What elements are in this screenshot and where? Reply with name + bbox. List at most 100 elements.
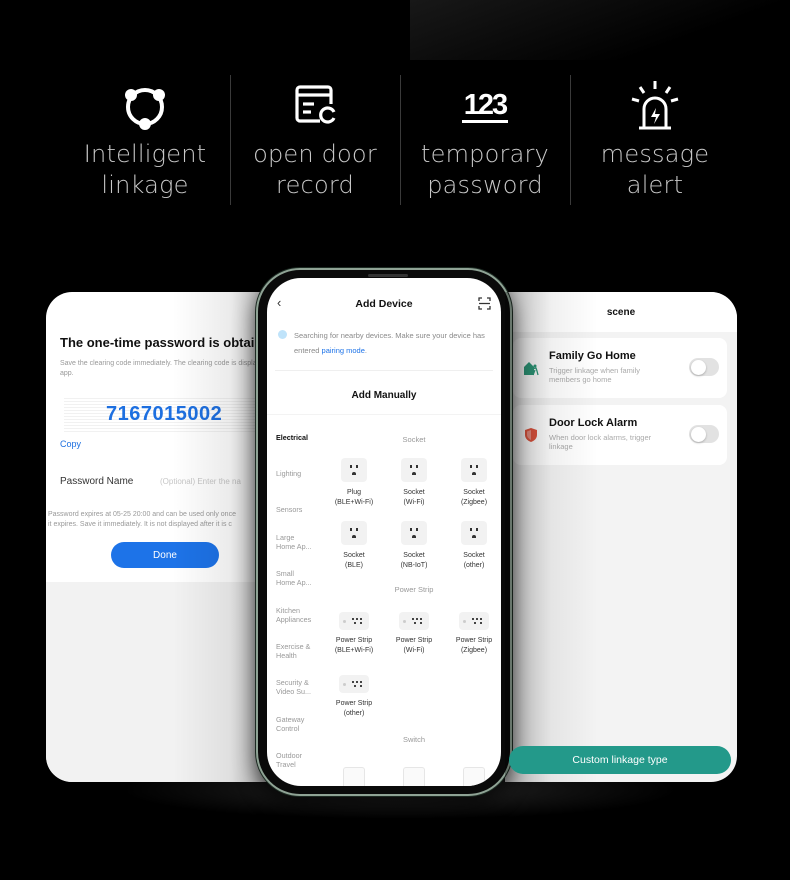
device-socket-wifi[interactable]: Socket (Wi-Fi) <box>382 458 446 507</box>
note-line: it expires. Save it immediately. It is n… <box>48 521 232 528</box>
device-name-line: (Zigbee) <box>460 646 488 654</box>
otp-code: 7167015002 <box>106 403 223 425</box>
switch-device-icon[interactable] <box>403 767 425 786</box>
phone-frame: ‹ Add Device Searching for nearby device… <box>256 268 512 796</box>
category-label: Home Ap... <box>276 578 312 587</box>
category-label: Lighting <box>276 469 302 478</box>
scene-toggle[interactable] <box>689 358 719 376</box>
device-power-strip-zigbee[interactable]: Power Strip (Zigbee) <box>442 612 501 655</box>
feature-intelligent-linkage: Intelligent linkage <box>60 75 230 205</box>
device-name-line: Plug <box>346 489 361 496</box>
device-name-line: Socket <box>463 489 485 496</box>
device-plug-ble-wifi[interactable]: Plug (BLE+Wi-Fi) <box>322 458 386 507</box>
password-name-input[interactable]: (Optional) Enter the na <box>160 477 241 486</box>
category-item-small-home-appliances[interactable]: Small Home Ap... <box>276 569 312 587</box>
feature-message-alert: message alert <box>570 75 740 205</box>
device-name: Power Strip (BLE+Wi-Fi) <box>322 636 386 655</box>
otp-title: The one-time password is obtain <box>60 335 263 350</box>
device-name-line: (BLE) <box>345 561 363 569</box>
category-label: Small <box>276 569 294 578</box>
category-label: Control <box>276 724 300 733</box>
phone-speaker <box>368 274 408 277</box>
feature-label-line: password <box>427 171 543 199</box>
device-name: Plug (BLE+Wi-Fi) <box>322 488 386 507</box>
switch-device-icon[interactable] <box>343 767 365 786</box>
copy-link[interactable]: Copy <box>60 439 81 449</box>
power-strip-icon <box>339 675 369 693</box>
device-name-line: Power Strip <box>335 700 373 707</box>
scene-toggle[interactable] <box>689 425 719 443</box>
device-name-line: (Zigbee) <box>460 498 488 506</box>
feature-label: message alert <box>601 139 709 201</box>
device-name-line: (other) <box>463 561 485 569</box>
socket-icon <box>461 458 487 482</box>
device-name-line: Socket <box>403 552 425 559</box>
device-name: Socket (Wi-Fi) <box>382 488 446 507</box>
device-power-strip-other[interactable]: Power Strip (other) <box>322 675 386 718</box>
category-label: Large <box>276 533 295 542</box>
device-name: Power Strip (Zigbee) <box>442 636 501 655</box>
custom-linkage-button[interactable]: Custom linkage type <box>509 746 731 774</box>
scene-screen: ‹ scene Family Go Home Trigger linkage w… <box>505 292 737 782</box>
feature-label-line: alert <box>626 171 684 199</box>
feature-label-line: Intelligent <box>83 140 207 168</box>
feature-label: temporary password <box>421 139 549 201</box>
switch-device-icon[interactable] <box>463 767 485 786</box>
device-socket-other[interactable]: Socket (other) <box>442 521 501 570</box>
device-name: Socket (BLE) <box>322 551 386 570</box>
category-item-sensors[interactable]: Sensors <box>276 505 302 514</box>
category-item-gateway-control[interactable]: Gateway Control <box>276 715 304 733</box>
feature-label-line: open door <box>253 140 377 168</box>
device-power-strip-ble-wifi[interactable]: Power Strip (BLE+Wi-Fi) <box>322 612 386 655</box>
scene-item-door-lock-alarm[interactable]: Door Lock Alarm When door lock alarms, t… <box>513 405 727 465</box>
add-device-title: Add Device <box>355 298 413 310</box>
feature-row: Intelligent linkage open door record 123 <box>60 75 740 205</box>
add-manually-heading: Add Manually <box>351 390 417 401</box>
category-item-large-home-appliances[interactable]: Large Home Ap... <box>276 533 312 551</box>
socket-icon <box>341 458 367 482</box>
device-name-line: (other) <box>343 709 365 717</box>
scan-icon[interactable] <box>478 297 491 310</box>
device-name: Socket (NB-IoT) <box>382 551 446 570</box>
device-name: Socket (Zigbee) <box>442 488 501 507</box>
category-item-security-video[interactable]: Security & Video Su... <box>276 678 311 696</box>
device-name-line: (Wi-Fi) <box>403 498 425 506</box>
device-socket-nb-iot[interactable]: Socket (NB-IoT) <box>382 521 446 570</box>
device-name-line: Power Strip <box>395 637 433 644</box>
socket-icon <box>341 521 367 545</box>
pairing-mode-link[interactable]: pairing mode <box>322 346 365 355</box>
section-title-switch: Switch <box>402 735 426 744</box>
scene-item-desc: Trigger linkage when family members go h… <box>549 366 641 384</box>
category-item-kitchen-appliances[interactable]: Kitchen Appliances <box>276 606 311 624</box>
device-name-line: Socket <box>343 552 365 559</box>
password-expiry-note: Password expires at 05-25 20:00 and can … <box>48 510 236 530</box>
add-device-screen: ‹ Add Device Searching for nearby device… <box>267 278 501 786</box>
device-name: Power Strip (Wi-Fi) <box>382 636 446 655</box>
device-socket-ble[interactable]: Socket (BLE) <box>322 521 386 570</box>
category-label: Health <box>276 651 297 660</box>
category-label: Security & <box>276 678 309 687</box>
done-button[interactable]: Done <box>111 542 219 568</box>
search-status-suffix: . <box>364 346 367 355</box>
socket-icon <box>401 521 427 545</box>
scene-item-title: Door Lock Alarm <box>549 417 638 429</box>
category-item-exercise-health[interactable]: Exercise & Health <box>276 642 310 660</box>
home-walk-icon <box>523 360 539 376</box>
device-name-line: Power Strip <box>455 637 493 644</box>
device-power-strip-wifi[interactable]: Power Strip (Wi-Fi) <box>382 612 446 655</box>
category-label: Appliances <box>276 615 312 624</box>
power-strip-icon <box>459 612 489 630</box>
category-label: Kitchen <box>276 606 300 615</box>
device-socket-zigbee[interactable]: Socket (Zigbee) <box>442 458 501 507</box>
search-status: Searching for nearby devices. Make sure … <box>294 328 494 358</box>
device-name-line: (BLE+Wi-Fi) <box>334 646 374 654</box>
category-item-electrical[interactable]: Electrical <box>276 433 308 442</box>
category-item-outdoor-travel[interactable]: Outdoor Travel <box>276 751 302 769</box>
device-name-line: (Wi-Fi) <box>403 646 425 654</box>
feature-open-door-record: open door record <box>230 75 400 205</box>
category-label: Gateway <box>276 715 305 724</box>
otp-subtitle: Save the clearing code immediately. The … <box>60 360 276 377</box>
password-name-label: Password Name <box>60 476 134 487</box>
category-item-lighting[interactable]: Lighting <box>276 469 301 478</box>
scene-item-family-go-home[interactable]: Family Go Home Trigger linkage when fami… <box>513 338 727 398</box>
